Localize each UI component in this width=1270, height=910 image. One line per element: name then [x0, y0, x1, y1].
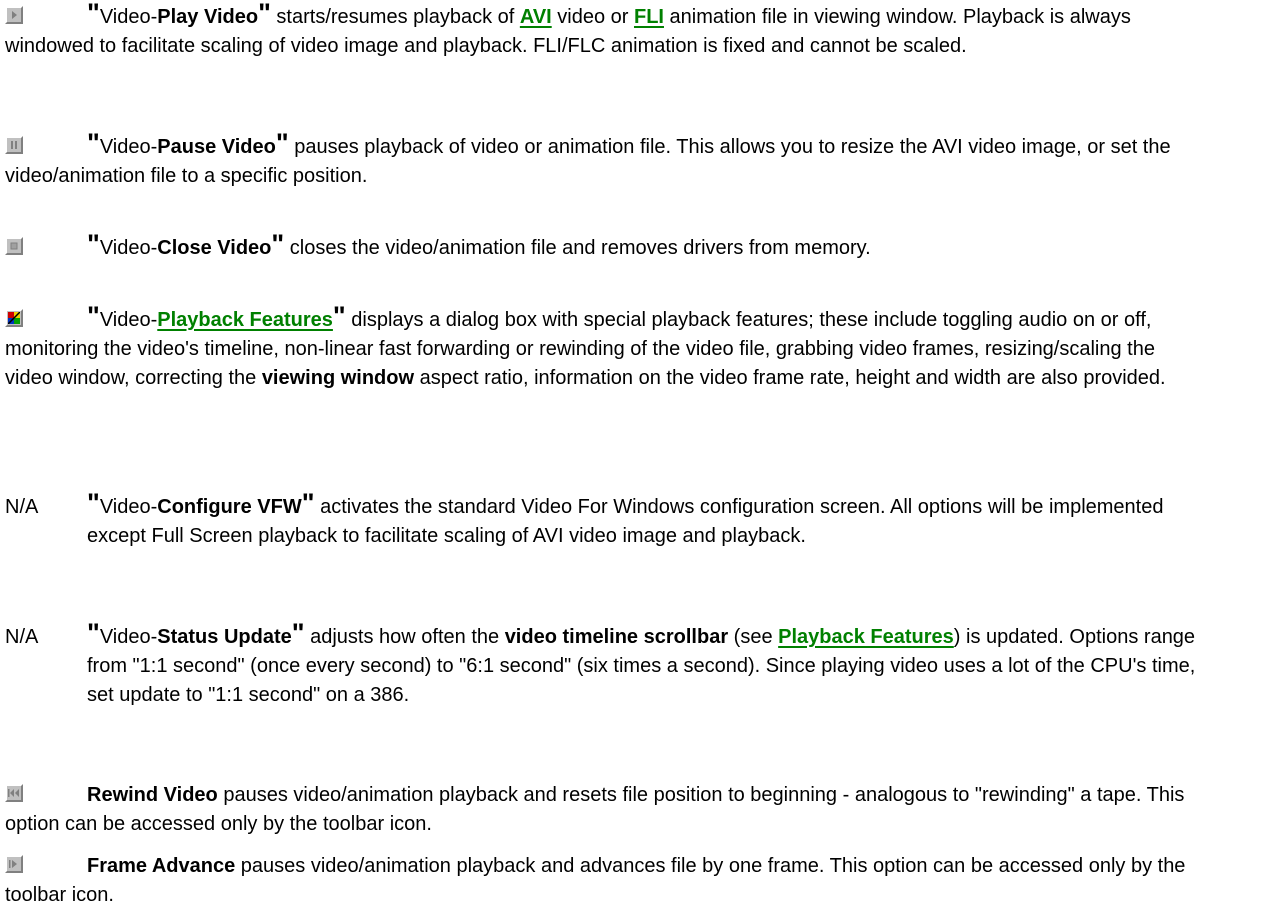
entry-configure-vfw: N/A "Video-Configure VFW" activates the …	[5, 490, 1200, 551]
close-quote: "	[291, 618, 305, 648]
command-name: Rewind Video	[87, 784, 218, 806]
entry-marker	[5, 306, 85, 335]
fli-link[interactable]: FLI	[634, 6, 664, 28]
na-label: N/A	[5, 626, 39, 648]
entry-text: "Video-Status Update" adjusts how often …	[87, 620, 1200, 710]
entry-play-video: "Video-Play Video" starts/resumes playba…	[5, 0, 1200, 61]
open-quote: "	[87, 0, 100, 28]
entry-text: "Video-Close Video" closes the video/ani…	[5, 231, 1200, 263]
description-text: video or	[551, 6, 634, 28]
help-page: "Video-Play Video" starts/resumes playba…	[0, 0, 1270, 909]
entry-marker	[5, 3, 85, 32]
close-quote: "	[332, 301, 346, 331]
menu-prefix: Video-	[99, 496, 158, 518]
menu-prefix: Video-	[99, 237, 158, 259]
description-text: aspect ratio, information on the video f…	[414, 367, 1166, 389]
entry-marker: N/A	[5, 623, 85, 652]
entry-pause-video: "Video-Pause Video" pauses playback of v…	[5, 130, 1200, 191]
playback-features-link[interactable]: Playback Features	[157, 309, 333, 331]
entry-marker	[5, 852, 85, 881]
open-quote: "	[87, 229, 100, 259]
stop-icon	[5, 237, 23, 255]
playback-features-icon	[5, 309, 23, 327]
avi-link[interactable]: AVI	[520, 6, 552, 28]
entry-text: Rewind Video pauses video/animation play…	[5, 781, 1200, 839]
description-text: adjusts how often the	[304, 626, 505, 648]
command-name: Pause Video	[157, 136, 276, 158]
entry-marker: N/A	[5, 493, 85, 522]
rewind-icon	[5, 784, 23, 802]
description-text: (see	[728, 626, 779, 648]
frame-advance-icon	[5, 855, 23, 873]
entry-text: "Video-Pause Video" pauses playback of v…	[5, 130, 1200, 191]
entry-playback-features: "Video-Playback Features" displays a dia…	[5, 303, 1200, 393]
command-name: Configure VFW	[157, 496, 302, 518]
viewing-window-term: viewing window	[261, 367, 415, 389]
open-quote: "	[87, 618, 100, 648]
command-name: Status Update	[157, 626, 292, 648]
close-quote: "	[301, 488, 315, 518]
command-name: Frame Advance	[87, 855, 236, 877]
play-icon	[5, 6, 23, 24]
open-quote: "	[87, 301, 100, 331]
entry-marker	[5, 234, 85, 263]
entry-close-video: "Video-Close Video" closes the video/ani…	[5, 231, 1200, 263]
menu-prefix: Video-	[99, 626, 158, 648]
entry-text: "Video-Configure VFW" activates the stan…	[87, 490, 1200, 551]
description-text: closes the video/animation file and remo…	[284, 237, 871, 259]
open-quote: "	[87, 488, 100, 518]
close-quote: "	[258, 0, 271, 28]
open-quote: "	[87, 128, 100, 158]
entry-text: "Video-Playback Features" displays a dia…	[5, 303, 1200, 393]
playback-features-link[interactable]: Playback Features	[778, 626, 954, 648]
command-name: Play Video	[157, 6, 259, 28]
menu-prefix: Video-	[99, 309, 158, 331]
entry-rewind-video: Rewind Video pauses video/animation play…	[5, 781, 1200, 839]
entry-text: "Video-Play Video" starts/resumes playba…	[5, 0, 1200, 61]
video-timeline-scrollbar-term: video timeline scrollbar	[504, 626, 729, 648]
entry-marker	[5, 133, 85, 162]
entry-marker	[5, 781, 85, 810]
close-quote: "	[271, 229, 285, 259]
pause-icon	[5, 136, 23, 154]
menu-prefix: Video-	[99, 136, 158, 158]
close-quote: "	[275, 128, 289, 158]
entry-text: Frame Advance pauses video/animation pla…	[5, 852, 1200, 910]
na-label: N/A	[5, 496, 39, 518]
entry-frame-advance: Frame Advance pauses video/animation pla…	[5, 852, 1200, 910]
command-name: Close Video	[157, 237, 272, 259]
menu-prefix: Video-	[99, 6, 158, 28]
description-text: starts/resumes playback of	[270, 6, 520, 28]
entry-status-update: N/A "Video-Status Update" adjusts how of…	[5, 620, 1200, 710]
